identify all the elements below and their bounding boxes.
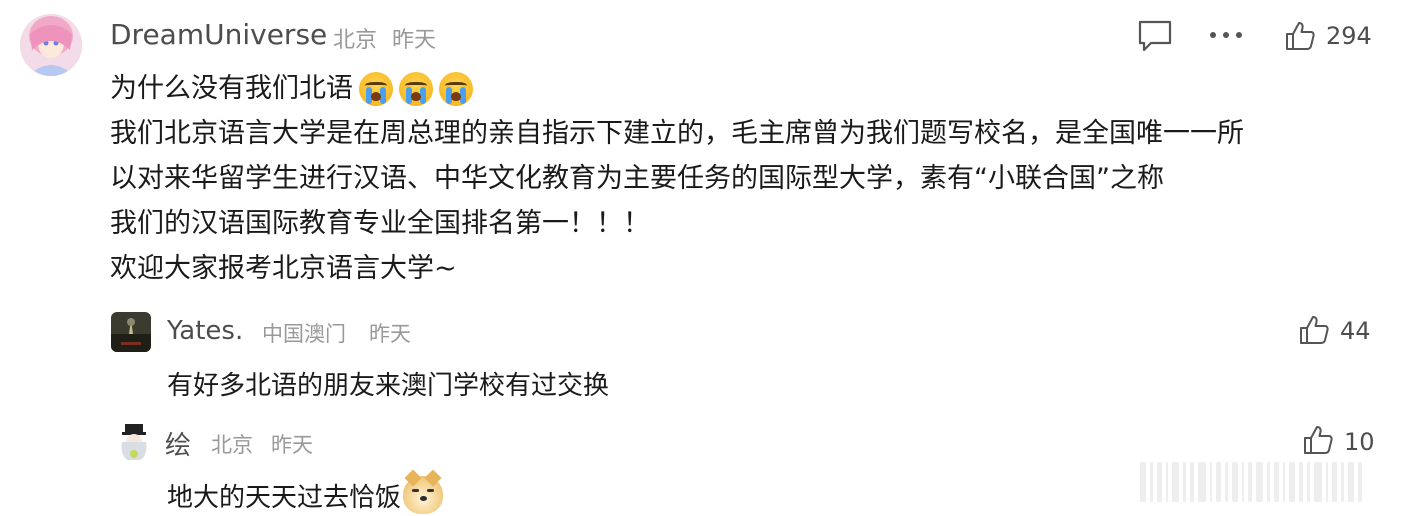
avatar[interactable] — [20, 14, 82, 76]
reply-like-button[interactable] — [1301, 423, 1335, 457]
reply-avatar-image — [111, 312, 151, 352]
thumbs-up-icon — [1286, 22, 1315, 50]
comment-line: 欢迎大家报考北京语言大学~ — [110, 253, 457, 284]
avatar-image — [20, 14, 82, 76]
comment-line: 我们的汉语国际教育专业全国排名第一！！！ — [110, 208, 650, 239]
reply-avatar[interactable] — [114, 422, 154, 462]
more-button[interactable] — [1206, 22, 1246, 48]
reply-text: 有好多北语的朋友来澳门学校有过交换 — [167, 371, 610, 401]
comment-line: 以对来华留学生进行汉语、中华文化教育为主要任务的国际型大学，素有“小联合国”之称 — [110, 163, 1164, 194]
crying-face-emoji — [399, 71, 433, 106]
more-icon — [1210, 32, 1242, 38]
reply-username[interactable]: Yates. — [167, 316, 243, 346]
reply-username[interactable]: 绘 — [165, 425, 191, 462]
reply-like-button[interactable] — [1297, 313, 1331, 347]
comment-time: 昨天 — [392, 28, 437, 53]
like-button[interactable] — [1282, 18, 1318, 54]
reply-text: 地大的天天过去恰饭 — [167, 482, 402, 513]
reply-avatar-image — [114, 422, 154, 462]
comment-location: 北京 — [333, 28, 378, 53]
comment-button[interactable] — [1135, 18, 1175, 54]
comment-line: 我们北京语言大学是在周总理的亲自指示下建立的，毛主席曾为我们题写校名，是全国唯一… — [110, 118, 1244, 149]
reply-location: 中国澳门 — [262, 322, 346, 346]
comment-icon — [1138, 20, 1172, 52]
reply-avatar[interactable] — [111, 312, 151, 352]
crying-face-emoji — [359, 71, 393, 106]
username[interactable]: DreamUniverse — [110, 18, 327, 51]
reply-time: 昨天 — [271, 433, 313, 457]
reply-text-row: 地大的天天过去恰饭 — [167, 469, 444, 514]
doge-emoji — [403, 469, 444, 514]
comment-body: 为什么没有我们北语 我们北京语言大学是在周总理的亲自指示下建立的，毛主席曾为我们… — [110, 66, 1390, 291]
thumbs-up-icon — [1304, 426, 1333, 454]
comment-line-text: 为什么没有我们北语 — [110, 73, 353, 104]
reply-like-count: 10 — [1344, 428, 1375, 456]
comment-line: 为什么没有我们北语 — [110, 66, 1390, 111]
reply-time: 昨天 — [369, 322, 411, 346]
thumbs-up-icon — [1300, 316, 1329, 344]
reply-like-count: 44 — [1340, 317, 1371, 345]
reply-location: 北京 — [211, 433, 253, 457]
like-count: 294 — [1326, 22, 1372, 50]
watermark — [1140, 462, 1415, 502]
crying-face-emoji — [439, 71, 473, 106]
